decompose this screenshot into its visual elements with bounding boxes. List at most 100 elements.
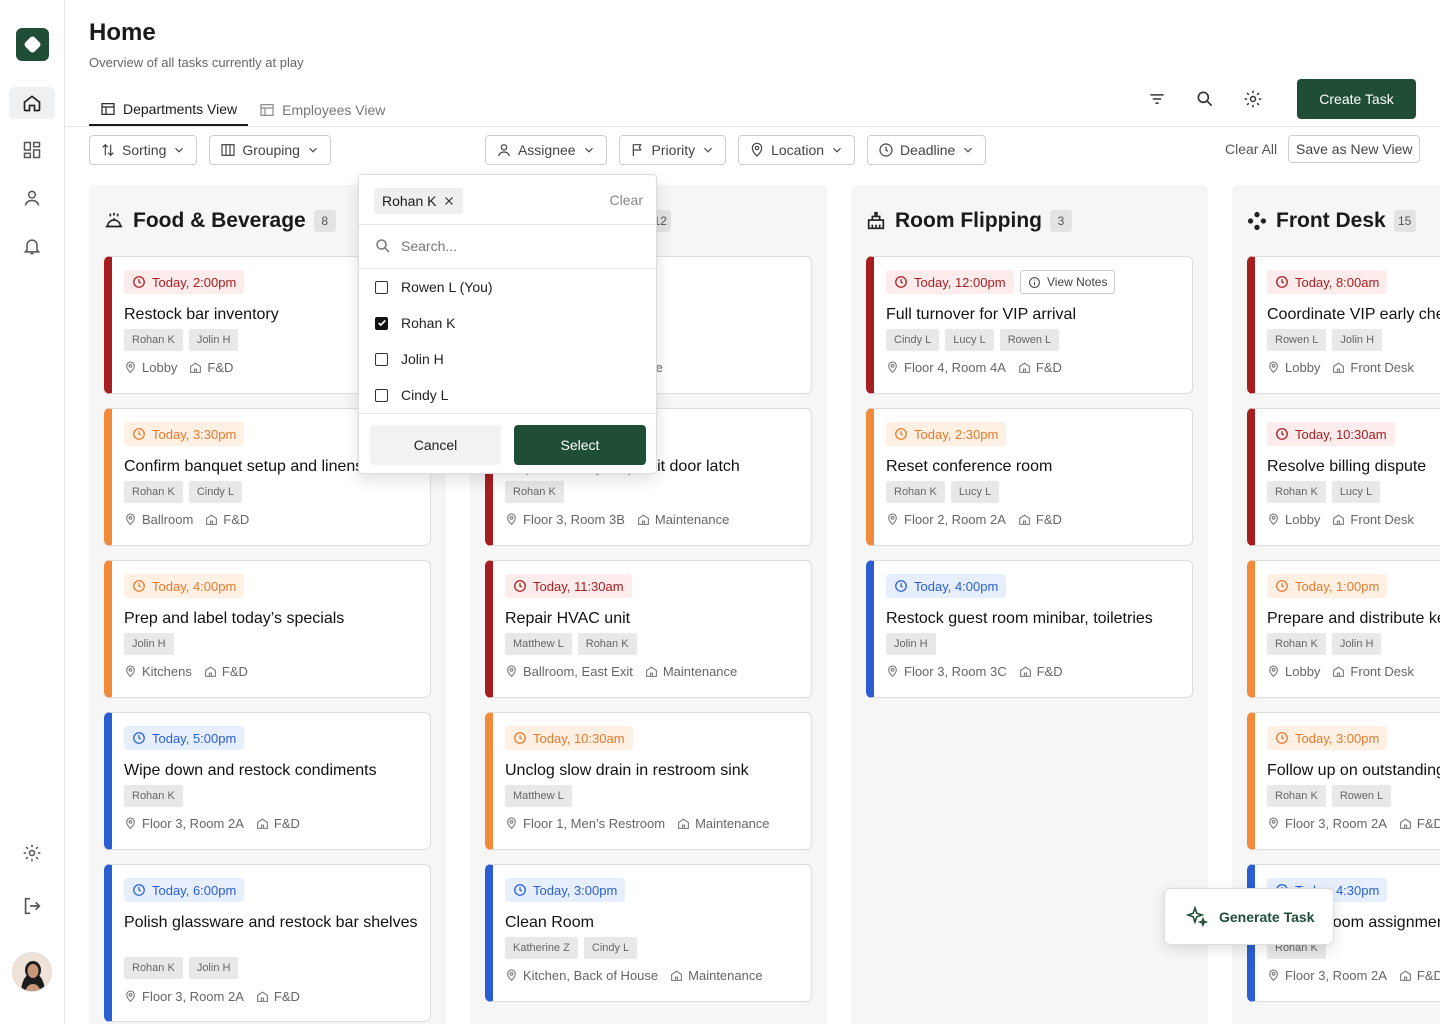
map-pin-icon [888,665,897,678]
task-card[interactable]: Today, 2:30pm Reset conference room Rohan… [866,408,1193,546]
task-card[interactable]: Today, 4:00pm Prep and label today’s spec… [104,560,431,698]
map-pin-icon [126,361,135,374]
task-card[interactable]: Today, 3:00pm Clean Room Katherine Z Cindy… [485,864,812,1002]
filter-button[interactable] [1144,86,1170,112]
map-pin-icon [1269,969,1278,982]
assignee-tags: Matthew L [505,785,572,807]
nav-dashboard[interactable] [9,134,55,166]
task-card[interactable]: Today, 11:30am Repair HVAC unit Matthew L… [485,560,812,698]
assignee-option[interactable]: Jolin H [375,351,444,367]
task-department: F&D [204,664,248,679]
location-text: Floor 3, Room 2A [142,989,244,1004]
option-label: Jolin H [401,351,444,367]
task-card[interactable]: Today, 3:00pm Follow up on outstanding re… [1247,712,1440,850]
clock-icon [895,580,907,592]
assignee-tag: Lucy L [945,329,994,351]
checkbox-checked[interactable] [375,316,388,330]
location-text: Floor 2, Room 2A [904,512,1006,527]
tab-employees-view[interactable]: Employees View [248,94,396,126]
clock-icon [514,884,526,896]
checkbox[interactable] [375,388,388,402]
task-card[interactable]: Today, 10:30am Resolve billing dispute Ro… [1247,408,1440,546]
selected-assignee-chip[interactable]: Rohan K [374,188,464,214]
create-task-button[interactable]: Create Task [1297,79,1416,119]
clock-icon [133,580,145,592]
assignee-tag: Jolin H [124,633,174,655]
sparkle-icon [1185,905,1209,927]
dropdown-clear-link[interactable]: Clear [610,192,643,208]
department-text: Maintenance [654,512,730,527]
avatar[interactable] [12,952,52,992]
nav-home[interactable] [9,87,55,119]
assignee-tags: Rohan K Jolin H [124,957,239,979]
task-location: Floor 3, Room 2A [124,989,244,1004]
table-icon [101,103,115,115]
department-text: F&D [273,989,300,1004]
task-card[interactable]: Today, 5:00pm Wipe down and restock condi… [104,712,431,850]
task-card[interactable]: Today, 1:00pm Prepare and distribute keys… [1247,560,1440,698]
task-location: Floor 3, Room 2A [1267,816,1387,831]
deadline-badge: Today, 2:00pm [124,270,245,294]
deadline-filter[interactable]: Deadline [867,135,987,165]
column-header: Front Desk 15 [1246,209,1416,233]
nav-people[interactable] [9,182,55,214]
assignee-tag: Rohan K [505,481,564,503]
task-department: Maintenance [677,816,770,831]
dropdown-select-button[interactable]: Select [514,425,646,465]
chip-label: Rohan K [382,193,437,209]
task-department: F&D [1399,968,1440,983]
task-department: F&D [205,512,249,527]
assignee-tag: Rohan K [577,633,637,655]
task-meta: Floor 3, Room 3C F&D [886,664,1063,679]
task-meta: Ballroom F&D [124,512,249,527]
settings-button[interactable] [1240,86,1266,112]
assignee-option[interactable]: Rohan K [375,315,455,331]
task-department: Front Desk [1332,664,1414,679]
building-icon [1333,362,1345,373]
task-card[interactable]: Today, 6:00pm Polish glassware and restoc… [104,864,431,1022]
sorting-filter[interactable]: Sorting [89,135,198,165]
nav-logout[interactable] [9,890,55,922]
task-card[interactable]: Today, 8:00am Coordinate VIP early check-… [1247,256,1440,394]
close-icon[interactable] [443,195,455,207]
task-meta: Floor 3, Room 2A F&D [124,816,300,831]
task-location: Floor 1, Men’s Restroom [505,816,665,831]
deadline-text: Today, 3:30pm [152,426,237,442]
assignee-option[interactable]: Cindy L [375,387,448,403]
assignee-search-input[interactable] [401,238,641,254]
generate-task-button[interactable]: Generate Task [1164,888,1334,945]
assignee-option[interactable]: Rowen L (You) [375,279,493,295]
app-logo[interactable] [16,28,49,61]
location-text: Ballroom, East Exit [523,664,633,679]
page-title: Home [89,19,156,46]
task-card[interactable]: Today, 10:30am Unclog slow drain in restr… [485,712,812,850]
checkbox[interactable] [375,280,388,294]
location-filter[interactable]: Location [738,135,856,165]
assignee-filter[interactable]: Assignee [484,135,607,165]
view-notes-button[interactable]: View Notes [1020,270,1116,294]
tab-departments-view[interactable]: Departments View [89,94,249,126]
checkbox[interactable] [375,352,388,366]
map-pin-icon [1269,665,1278,678]
building-icon [1333,666,1345,677]
assignee-tag: Rohan K [124,481,183,503]
grouping-filter[interactable]: Grouping [209,135,331,165]
clear-all-link[interactable]: Clear All [1225,141,1277,157]
save-view-button[interactable]: Save as New View [1288,135,1421,163]
assignee-tags: Cindy L Lucy L Rowen L [886,329,1060,351]
task-department: F&D [256,989,300,1004]
deadline-text: Today, 10:30am [533,730,625,746]
nav-notifications[interactable] [9,230,55,262]
building-icon [204,666,216,677]
dropdown-cancel-button[interactable]: Cancel [370,425,501,465]
department-column: Room Flipping 3 Today, 12:00pm View Notes… [851,185,1208,1024]
task-card[interactable]: Today, 12:00pm View Notes Full turnover fo… [866,256,1193,394]
department-text: F&D [1035,512,1062,527]
assignee-tag: Lucy L [1331,481,1381,503]
assignee-tags: Jolin H [886,633,936,655]
task-department: F&D [1018,512,1062,527]
priority-filter[interactable]: Priority [618,135,727,165]
task-card[interactable]: Today, 4:00pm Restock guest room minibar,… [866,560,1193,698]
search-button[interactable] [1192,86,1218,112]
nav-settings[interactable] [9,837,55,869]
